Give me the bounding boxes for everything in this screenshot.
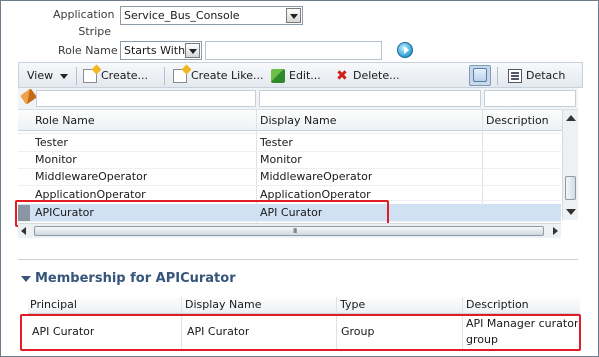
column-header-principal[interactable]: Principal (30, 296, 77, 314)
column-header-role-name[interactable]: Role Name (35, 111, 95, 131)
display-name-cell: ApplicationOperator (260, 188, 371, 201)
role-name-cell: Monitor (35, 153, 77, 166)
detach-icon (508, 69, 522, 83)
roles-toolbar: View Create... Create Like... Edit... ✖ … (18, 62, 583, 88)
application-stripe-label-line2: Stripe (78, 25, 111, 38)
display-name-filter-input[interactable] (259, 90, 481, 107)
role-name-filter-input[interactable] (36, 90, 256, 107)
horizontal-scroll-thumb[interactable]: III (34, 226, 544, 236)
table-row[interactable]: ApplicationOperator ApplicationOperator (18, 185, 561, 201)
display-name-cell: Tester (260, 136, 293, 149)
role-name-input[interactable] (205, 41, 382, 60)
scroll-down-icon[interactable] (566, 209, 576, 215)
role-name-cell: MiddlewareOperator (35, 170, 148, 183)
view-menu[interactable]: View (27, 67, 69, 85)
edit-button[interactable]: Edit... (271, 67, 321, 85)
disclosure-triangle-icon[interactable] (21, 275, 31, 282)
delete-button[interactable]: ✖ Delete... (335, 67, 400, 85)
display-name-cell: Monitor (260, 153, 302, 166)
column-header-description[interactable]: Description (486, 111, 549, 131)
edit-icon (271, 69, 285, 83)
role-name-cell: Tester (35, 136, 68, 149)
security-roles-window: Application Stripe Service_Bus_Console R… (0, 0, 599, 357)
description-filter-input[interactable] (484, 90, 576, 107)
create-icon (83, 69, 97, 83)
role-name-operator-select[interactable]: Starts With (120, 41, 202, 60)
roles-horizontal-scrollbar[interactable]: III (18, 223, 561, 238)
create-like-label: Create Like... (191, 69, 264, 82)
delete-icon: ✖ (336, 68, 348, 84)
toolbar-divider (76, 67, 77, 85)
application-stripe-label-line1: Application (53, 8, 115, 21)
column-header-description[interactable]: Description (466, 296, 529, 314)
column-header-type[interactable]: Type (340, 296, 365, 314)
view-menu-label: View (27, 69, 54, 82)
roles-vertical-scrollbar[interactable] (562, 110, 578, 220)
toolbar-divider (164, 67, 165, 85)
display-name-cell: MiddlewareOperator (260, 170, 373, 183)
application-stripe-select[interactable]: Service_Bus_Console (120, 6, 303, 25)
operator-value: Starts With (124, 44, 186, 57)
application-stripe-label: Application Stripe (53, 8, 115, 38)
clear-filter-icon[interactable] (20, 88, 37, 105)
delete-label: Delete... (353, 69, 400, 82)
panel-divider (18, 259, 578, 260)
search-go-icon[interactable] (397, 42, 413, 58)
freeze-button[interactable] (469, 65, 491, 86)
create-like-button[interactable]: Create Like... (173, 67, 263, 85)
edit-label: Edit... (289, 69, 321, 82)
create-button[interactable]: Create... (83, 67, 148, 85)
role-name-cell: ApplicationOperator (35, 188, 146, 201)
toolbar-divider (497, 67, 498, 85)
scroll-grip: III (293, 227, 297, 235)
application-stripe-value: Service_Bus_Console (124, 9, 240, 22)
chevron-down-icon[interactable] (185, 43, 200, 58)
table-row[interactable]: MiddlewareOperator MiddlewareOperator (18, 168, 561, 186)
detach-button[interactable]: Detach (508, 67, 565, 85)
chevron-down-icon (60, 73, 69, 79)
column-header-display-name[interactable]: Display Name (185, 296, 262, 314)
scroll-up-icon[interactable] (566, 115, 576, 121)
vertical-scroll-thumb[interactable] (565, 176, 576, 200)
scroll-right-icon[interactable] (553, 227, 558, 235)
highlight-box-membership (20, 314, 581, 351)
role-name-label: Role Name (58, 44, 118, 57)
table-row[interactable]: Monitor Monitor (18, 151, 561, 169)
column-header-display-name[interactable]: Display Name (260, 111, 337, 131)
membership-title: Membership for APICurator (35, 271, 236, 286)
chevron-down-icon[interactable] (286, 8, 301, 23)
scroll-left-icon[interactable] (21, 227, 26, 235)
query-by-example-row (18, 88, 578, 110)
create-label: Create... (101, 69, 149, 82)
create-like-icon (173, 69, 187, 83)
table-row[interactable]: Tester Tester (18, 134, 561, 152)
freeze-icon (473, 68, 487, 82)
membership-panel-header[interactable]: Membership for APICurator (21, 271, 236, 286)
detach-label: Detach (526, 69, 566, 82)
